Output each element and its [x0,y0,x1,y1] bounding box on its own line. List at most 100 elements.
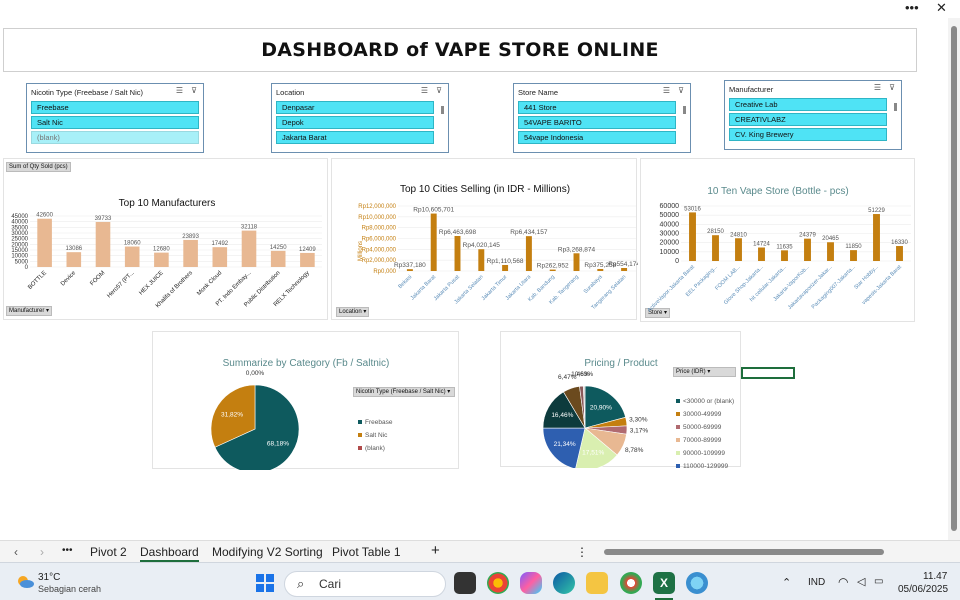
clock-time[interactable]: 11.47 [923,571,947,582]
vertical-scrollbar[interactable] [948,18,960,540]
chart-title: Top 10 Cities Selling (in IDR - Millions… [400,184,570,195]
chart-panel-category[interactable]: Summarize by Category (Fb / Saltnic) 68,1… [152,331,459,470]
clear-filter-icon[interactable]: ⊽ [678,86,684,95]
horizontal-scrollbar[interactable] [600,549,944,556]
clock-date[interactable]: 05/06/2025 [898,584,948,595]
data-label: 14250 [270,245,287,251]
task-view-icon[interactable] [454,572,476,594]
y-tick-label: 30000 [11,231,28,237]
clear-filter-icon[interactable]: ⊽ [889,83,895,92]
tab-pivot-table-1[interactable]: Pivot Table 1 [332,545,401,559]
bar [735,238,742,261]
slicer-item[interactable]: Salt Nic [31,116,199,129]
data-label: Rp337,180 [394,262,426,269]
slicer-item[interactable]: 54VAPE BARITO [518,116,676,129]
legend-field-button-nicotin[interactable]: Nicotin Type (Freebase / Salt Nic) ▾ [353,387,455,397]
tab-modifying-v2-sorting[interactable]: Modifying V2 Sorting [212,545,323,559]
slicer-item[interactable]: 54vape Indonesia [518,131,676,144]
next-sheet-icon[interactable]: › [40,545,44,559]
bar [525,236,532,271]
y-tick-label: 25000 [11,237,28,243]
data-label: Rp6,463,698 [439,229,477,236]
legend-field-button-price[interactable]: Price (IDR) ▾ [673,367,736,377]
legend-swatch [676,438,680,442]
slicer-item[interactable]: Depok [276,116,434,129]
windows-start-icon[interactable] [254,572,276,594]
copilot-icon[interactable] [520,572,542,594]
more-options-button[interactable]: ••• [905,0,919,15]
clear-filter-icon[interactable]: ⊽ [191,86,197,95]
add-sheet-icon[interactable]: + [431,542,440,559]
x-tick-label: Bekasi [397,274,413,290]
app-icon[interactable] [686,572,708,594]
scroll-thumb[interactable] [604,549,884,555]
multi-select-icon[interactable]: ☰ [663,86,670,95]
legend-swatch [358,420,362,424]
wifi-icon[interactable]: ◠ [838,575,848,589]
chevron-up-icon[interactable]: ⌃ [782,576,791,589]
slicer-scrollbar[interactable] [683,106,686,114]
temperature[interactable]: 31°C [38,572,60,583]
taskbar-search[interactable]: ⌕ Cari [284,571,446,597]
slice-label: 16,46% [551,412,573,419]
bar [406,269,413,271]
data-label: 24379 [799,233,816,239]
selected-cell[interactable] [741,367,795,379]
sheet-options-icon[interactable]: ⋮ [576,545,588,559]
language-indicator[interactable]: IND [808,577,825,588]
chart-panel-manufacturers[interactable]: Sum of Qty Sold (pcs) Manufacturer ▾ Top… [3,158,328,320]
slicer-store-name[interactable]: Store Name ☰ ⊽ 441 Store 54VAPE BARITO 54v… [513,83,691,153]
weather-text[interactable]: Sebagian cerah [38,584,101,594]
slicer-item[interactable]: (blank) [31,131,199,144]
slicer-item[interactable]: CV. King Brewery [729,128,887,141]
dashboard-title: DASHBOARD of VAPE STORE ONLINE [261,39,659,61]
data-label: 17492 [211,241,228,247]
file-explorer-icon[interactable] [586,572,608,594]
slicer-manufacturer[interactable]: Manufacturer ☰ ⊽ Creative Lab CREATIVLABZ … [724,80,902,150]
slicer-item[interactable]: 441 Store [518,101,676,114]
excel-icon[interactable]: X [653,572,675,594]
chart-panel-pricing[interactable]: Pricing / Product 20,90% 3,30% 3,17% 8,78% 17… [500,331,741,468]
slicer-location[interactable]: Location ☰ ⊽ Denpasar Depok Jakarta Barat [271,83,449,153]
tab-pivot-2[interactable]: Pivot 2 [90,545,127,559]
slicer-item[interactable]: Creative Lab [729,98,887,111]
close-button[interactable]: ✕ [936,0,947,16]
legend-swatch [676,451,680,455]
chrome-icon[interactable] [487,572,509,594]
data-label: 14724 [753,242,770,248]
chart-panel-stores[interactable]: Store ▾ 10 Ten Vape Store (Bottle - pcs)… [640,158,915,322]
slicer-item[interactable]: Jakarta Barat [276,131,434,144]
multi-select-icon[interactable]: ☰ [421,86,428,95]
slicer-item[interactable]: CREATIVLABZ [729,113,887,126]
slicer-scrollbar[interactable] [894,103,897,111]
volume-icon[interactable]: ◁ [857,575,865,588]
slicer-item[interactable]: Denpasar [276,101,434,114]
y-tick-label: 5000 [15,259,29,265]
edge-icon[interactable] [553,572,575,594]
battery-icon[interactable]: ▭ [874,576,883,587]
slicer-item[interactable]: Freebase [31,101,199,114]
more-sheets-icon[interactable]: ••• [62,545,73,556]
clear-filter-icon[interactable]: ⊽ [436,86,442,95]
search-placeholder: Cari [319,577,342,591]
chart-panel-cities[interactable]: Location ▾ Top 10 Cities Selling (in IDR… [331,158,638,320]
slicer-nicotin-type[interactable]: Nicotin Type (Freebase / Salt Nic) ☰ ⊽ Fre… [26,83,204,153]
bar [95,221,111,267]
scroll-thumb[interactable] [951,26,957,531]
multi-select-icon[interactable]: ☰ [874,83,881,92]
tab-dashboard[interactable]: Dashboard [140,545,199,562]
legend-label: <30000 or (blank) [683,398,734,405]
legend-label: Salt Nic [365,432,388,439]
bar [502,264,509,271]
bar [37,218,52,267]
chrome-profile-icon[interactable] [620,572,642,594]
weather-icon[interactable] [16,574,34,588]
data-label: Rp3,268,874 [558,246,596,253]
bar [758,247,765,261]
data-label: 11850 [845,244,862,250]
x-tick-label: Jakartavaporizer-Jakar... [787,264,834,311]
slicer-scrollbar[interactable] [441,106,444,114]
multi-select-icon[interactable]: ☰ [176,86,183,95]
chart-title: Top 10 Manufacturers [119,198,216,209]
prev-sheet-icon[interactable]: ‹ [14,545,18,559]
